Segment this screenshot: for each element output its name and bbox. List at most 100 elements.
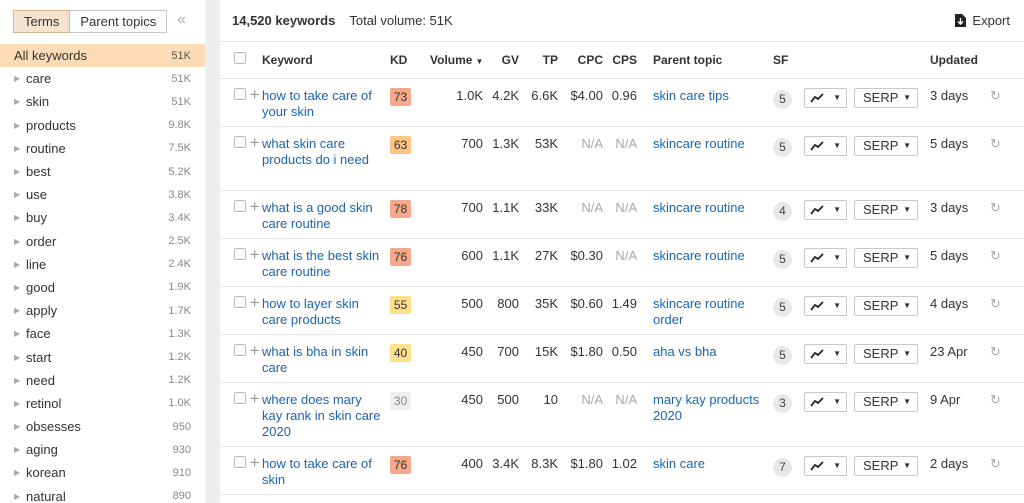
- sidebar-item-face[interactable]: ▶ face 1.3K: [0, 322, 205, 345]
- parent-topic-link[interactable]: skin care: [653, 456, 765, 472]
- col-cpc[interactable]: CPC: [564, 42, 609, 79]
- trend-dropdown[interactable]: ▼: [804, 199, 847, 220]
- row-checkbox[interactable]: [234, 391, 246, 404]
- sf-badge[interactable]: 4: [773, 201, 792, 221]
- add-to-list-plus-icon[interactable]: +: [250, 341, 260, 360]
- parent-topic-link[interactable]: skincare routine: [653, 248, 765, 264]
- sidebar-item-natural[interactable]: ▶ natural 890: [0, 485, 205, 503]
- refresh-icon[interactable]: ↻: [990, 344, 1001, 359]
- refresh-icon[interactable]: ↻: [990, 392, 1001, 407]
- sidebar-item-buy[interactable]: ▶ buy 3.4K: [0, 206, 205, 229]
- keyword-link[interactable]: what is a good skin care routine: [262, 200, 382, 232]
- serp-dropdown[interactable]: SERP ▼: [854, 135, 918, 156]
- add-to-list-plus-icon[interactable]: +: [250, 453, 260, 472]
- sidebar-divider[interactable]: [205, 0, 220, 503]
- refresh-icon[interactable]: ↻: [990, 136, 1001, 151]
- keyword-link[interactable]: what is bha in skin care: [262, 344, 382, 376]
- col-tp[interactable]: TP: [525, 42, 564, 79]
- sidebar-item-routine[interactable]: ▶ routine 7.5K: [0, 137, 205, 160]
- col-volume[interactable]: Volume ▼: [430, 42, 489, 79]
- expand-triangle-icon[interactable]: ▶: [14, 237, 26, 246]
- add-to-list-plus-icon[interactable]: +: [250, 133, 260, 152]
- sidebar-item-aging[interactable]: ▶ aging 930: [0, 438, 205, 461]
- sidebar-item-good[interactable]: ▶ good 1.9K: [0, 276, 205, 299]
- expand-triangle-icon[interactable]: ▶: [14, 260, 26, 269]
- keyword-link[interactable]: what skin care products do i need: [262, 136, 382, 168]
- serp-dropdown[interactable]: SERP ▼: [854, 199, 918, 220]
- sf-badge[interactable]: 5: [773, 89, 792, 109]
- parent-topic-link[interactable]: skincare routine: [653, 200, 765, 216]
- parent-topic-link[interactable]: skincare routine order: [653, 296, 765, 328]
- sf-badge[interactable]: 7: [773, 457, 792, 477]
- export-button[interactable]: Export: [955, 13, 1010, 28]
- select-all-checkbox[interactable]: [234, 52, 246, 65]
- expand-triangle-icon[interactable]: ▶: [14, 306, 26, 315]
- refresh-icon[interactable]: ↻: [990, 200, 1001, 215]
- parent-topic-link[interactable]: mary kay products 2020: [653, 392, 765, 424]
- sidebar-item-use[interactable]: ▶ use 3.8K: [0, 183, 205, 206]
- expand-triangle-icon[interactable]: ▶: [14, 445, 26, 454]
- sidebar-item-line[interactable]: ▶ line 2.4K: [0, 253, 205, 276]
- expand-triangle-icon[interactable]: ▶: [14, 121, 26, 130]
- sidebar-item-products[interactable]: ▶ products 9.8K: [0, 114, 205, 137]
- sidebar-item-obsesses[interactable]: ▶ obsesses 950: [0, 415, 205, 438]
- sidebar-item-need[interactable]: ▶ need 1.2K: [0, 369, 205, 392]
- add-to-list-plus-icon[interactable]: +: [250, 245, 260, 264]
- sf-badge[interactable]: 5: [773, 345, 792, 365]
- add-to-list-plus-icon[interactable]: +: [250, 389, 260, 408]
- row-checkbox[interactable]: [234, 295, 246, 308]
- expand-triangle-icon[interactable]: ▶: [14, 283, 26, 292]
- col-sf[interactable]: SF: [773, 42, 804, 79]
- trend-dropdown[interactable]: ▼: [804, 391, 847, 412]
- parent-topic-link[interactable]: aha vs bha: [653, 344, 765, 360]
- col-parent-topic[interactable]: Parent topic: [643, 42, 773, 79]
- serp-dropdown[interactable]: SERP ▼: [854, 87, 918, 108]
- add-to-list-plus-icon[interactable]: +: [250, 85, 260, 104]
- trend-dropdown[interactable]: ▼: [804, 247, 847, 268]
- keyword-link[interactable]: how to layer skin care products: [262, 296, 382, 328]
- expand-triangle-icon[interactable]: ▶: [14, 97, 26, 106]
- expand-triangle-icon[interactable]: ▶: [14, 190, 26, 199]
- keyword-link[interactable]: where does mary kay rank in skin care 20…: [262, 392, 382, 440]
- add-to-list-plus-icon[interactable]: +: [250, 197, 260, 216]
- col-kd[interactable]: KD: [390, 42, 430, 79]
- refresh-icon[interactable]: ↻: [990, 88, 1001, 103]
- serp-dropdown[interactable]: SERP ▼: [854, 391, 918, 412]
- add-to-list-plus-icon[interactable]: +: [250, 293, 260, 312]
- trend-dropdown[interactable]: ▼: [804, 343, 847, 364]
- sidebar-item-apply[interactable]: ▶ apply 1.7K: [0, 299, 205, 322]
- serp-dropdown[interactable]: SERP ▼: [854, 343, 918, 364]
- expand-triangle-icon[interactable]: ▶: [14, 399, 26, 408]
- parent-topic-link[interactable]: skin care tips: [653, 88, 765, 104]
- col-cps[interactable]: CPS: [609, 42, 643, 79]
- trend-dropdown[interactable]: ▼: [804, 135, 847, 156]
- row-checkbox[interactable]: [234, 343, 246, 356]
- tab-terms[interactable]: Terms: [13, 10, 71, 33]
- sf-badge[interactable]: 5: [773, 249, 792, 269]
- expand-triangle-icon[interactable]: ▶: [14, 422, 26, 431]
- row-checkbox[interactable]: [234, 455, 246, 468]
- keyword-link[interactable]: what is the best skin care routine: [262, 248, 382, 280]
- expand-triangle-icon[interactable]: ▶: [14, 167, 26, 176]
- expand-triangle-icon[interactable]: ▶: [14, 329, 26, 338]
- refresh-icon[interactable]: ↻: [990, 456, 1001, 471]
- trend-dropdown[interactable]: ▼: [804, 455, 847, 476]
- keyword-link[interactable]: how to take care of your skin: [262, 88, 382, 120]
- refresh-icon[interactable]: ↻: [990, 248, 1001, 263]
- refresh-icon[interactable]: ↻: [990, 296, 1001, 311]
- row-checkbox[interactable]: [234, 135, 246, 148]
- expand-triangle-icon[interactable]: ▶: [14, 213, 26, 222]
- sidebar-item-best[interactable]: ▶ best 5.2K: [0, 160, 205, 183]
- col-updated[interactable]: Updated: [930, 42, 990, 79]
- serp-dropdown[interactable]: SERP ▼: [854, 295, 918, 316]
- expand-triangle-icon[interactable]: ▶: [14, 353, 26, 362]
- sidebar-item-retinol[interactable]: ▶ retinol 1.0K: [0, 392, 205, 415]
- expand-triangle-icon[interactable]: ▶: [14, 144, 26, 153]
- sf-badge[interactable]: 5: [773, 137, 792, 157]
- sf-badge[interactable]: 3: [773, 393, 792, 413]
- col-gv[interactable]: GV: [489, 42, 525, 79]
- row-checkbox[interactable]: [234, 247, 246, 260]
- sidebar-item-care[interactable]: ▶ care 51K: [0, 67, 205, 90]
- expand-triangle-icon[interactable]: ▶: [14, 74, 26, 83]
- sidebar-item-order[interactable]: ▶ order 2.5K: [0, 230, 205, 253]
